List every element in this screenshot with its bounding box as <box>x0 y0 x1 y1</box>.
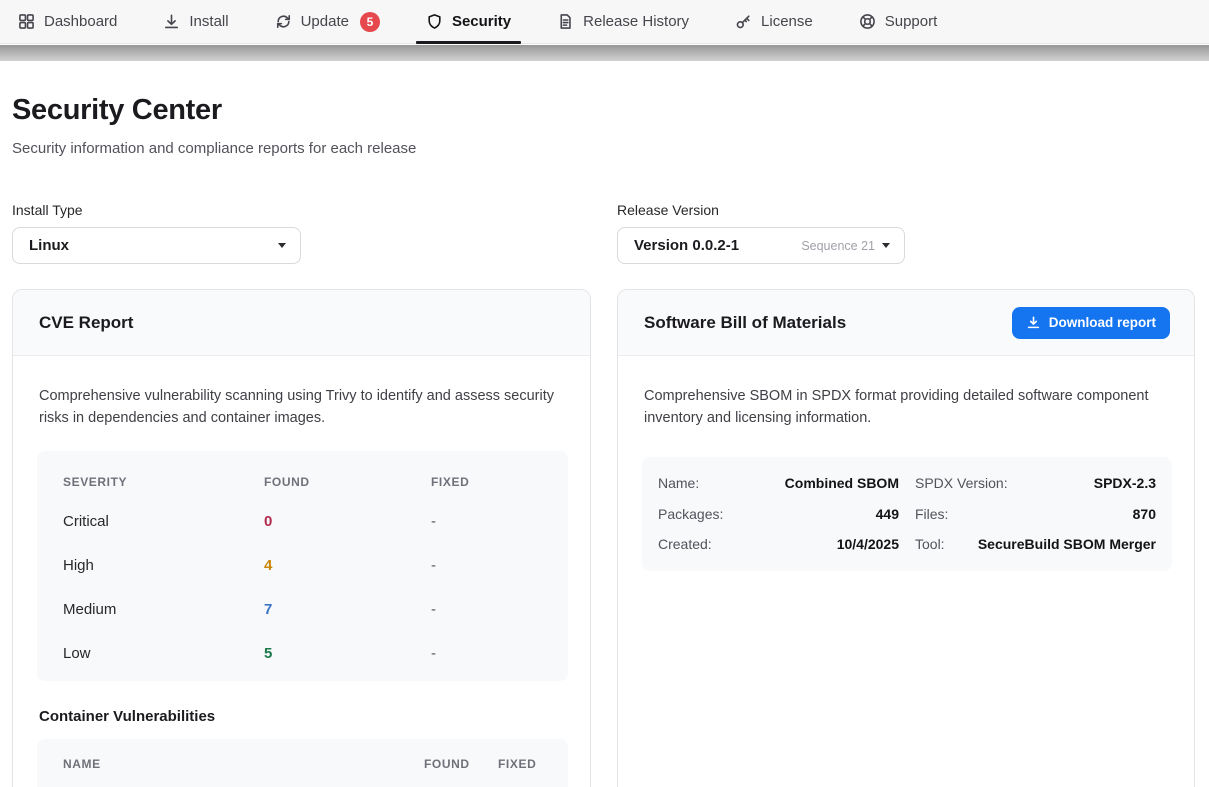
severity-name: Medium <box>63 587 264 631</box>
refresh-icon <box>275 13 292 30</box>
sbom-field-label: SPDX Version: <box>915 475 1008 491</box>
nav-tab-license[interactable]: License <box>735 0 813 44</box>
release-version-value: Version 0.0.2-1 <box>634 237 739 254</box>
install-type-select[interactable]: Linux <box>12 227 301 264</box>
download-report-button[interactable]: Download report <box>1012 307 1170 339</box>
severity-found-count: 0 <box>264 499 431 543</box>
update-count-badge: 5 <box>360 12 380 32</box>
table-row: Medium 7 - <box>63 587 542 631</box>
severity-fixed-count: - <box>431 543 542 587</box>
list-item: Tool: SecureBuild SBOM Merger <box>915 529 1156 560</box>
list-item: Created: 10/4/2025 <box>658 529 899 560</box>
severity-table-header: SEVERITY FOUND FIXED <box>63 465 542 499</box>
download-icon <box>1026 315 1041 330</box>
nav-label: Release History <box>583 13 689 30</box>
name-column-header: NAME <box>63 757 424 771</box>
nav-label: Support <box>885 13 938 30</box>
sbom-field-label: Name: <box>658 475 699 491</box>
release-version-select[interactable]: Version 0.0.2-1 Sequence 21 <box>617 227 905 264</box>
cve-report-card: CVE Report Comprehensive vulnerability s… <box>12 289 591 787</box>
nav-label: Security <box>452 13 511 30</box>
install-type-label: Install Type <box>12 202 83 218</box>
sbom-card: Software Bill of Materials Download repo… <box>617 289 1195 787</box>
severity-name: High <box>63 543 264 587</box>
found-column-header: FOUND <box>424 757 498 771</box>
nav-tab-support[interactable]: Support <box>859 0 938 44</box>
nav-label: Install <box>189 13 228 30</box>
sbom-description: Comprehensive SBOM in SPDX format provid… <box>644 386 1156 430</box>
container-vulnerabilities-title: Container Vulnerabilities <box>39 708 215 725</box>
fixed-column-header: FIXED <box>498 757 542 771</box>
sbom-field-label: Tool: <box>915 536 945 552</box>
nav-label: Update <box>301 13 349 30</box>
cve-report-header: CVE Report <box>13 290 590 356</box>
severity-column-header: SEVERITY <box>63 475 127 489</box>
release-version-label: Release Version <box>617 202 719 218</box>
download-icon <box>163 13 180 30</box>
lifebuoy-icon <box>859 13 876 30</box>
page-title: Security Center <box>12 94 222 127</box>
list-item: Name: Combined SBOM <box>658 468 899 499</box>
sbom-field-value: SPDX-2.3 <box>1094 475 1156 491</box>
sbom-header: Software Bill of Materials Download repo… <box>618 290 1194 356</box>
list-item: Packages: 449 <box>658 499 899 530</box>
sbom-field-value: Combined SBOM <box>785 475 899 491</box>
document-icon <box>557 13 574 30</box>
install-type-value: Linux <box>29 237 69 254</box>
page-subtitle: Security information and compliance repo… <box>12 140 416 157</box>
severity-name: Critical <box>63 499 264 543</box>
nav-label: Dashboard <box>44 13 117 30</box>
severity-found-count: 4 <box>264 543 431 587</box>
sbom-field-label: Files: <box>915 506 948 522</box>
cve-report-description: Comprehensive vulnerability scanning usi… <box>39 386 563 430</box>
severity-fixed-count: - <box>431 587 542 631</box>
container-vulnerabilities-table-header: NAME FOUND FIXED <box>37 739 568 787</box>
nav-tab-update[interactable]: Update 5 <box>275 0 380 44</box>
nav-tab-install[interactable]: Install <box>163 0 228 44</box>
severity-fixed-count: - <box>431 631 542 675</box>
sbom-field-label: Created: <box>658 536 712 552</box>
sbom-title: Software Bill of Materials <box>644 313 846 333</box>
nav-label: License <box>761 13 813 30</box>
sbom-info-left-column: Name: Combined SBOM Packages: 449 Create… <box>658 468 899 560</box>
fixed-column-header: FIXED <box>431 475 469 489</box>
security-center-page: Dashboard Install Update 5 <box>0 0 1209 787</box>
chevron-down-icon <box>278 243 286 248</box>
found-column-header: FOUND <box>264 475 310 489</box>
chevron-down-icon <box>882 243 890 248</box>
severity-found-count: 5 <box>264 631 431 675</box>
sbom-field-label: Packages: <box>658 506 723 522</box>
navbar-shadow <box>0 45 1209 61</box>
nav-tab-release-history[interactable]: Release History <box>557 0 689 44</box>
shield-icon <box>426 13 443 30</box>
table-row: Low 5 - <box>63 631 542 675</box>
sbom-field-value: 870 <box>1133 506 1156 522</box>
download-report-label: Download report <box>1049 315 1156 330</box>
severity-table: SEVERITY FOUND FIXED Critical 0 - High 4… <box>37 451 568 681</box>
sbom-field-value: SecureBuild SBOM Merger <box>978 536 1156 552</box>
dashboard-grid-icon <box>18 13 35 30</box>
key-icon <box>735 13 752 30</box>
cve-report-title: CVE Report <box>39 313 133 333</box>
sbom-info-panel: Name: Combined SBOM Packages: 449 Create… <box>642 457 1172 571</box>
sbom-field-value: 449 <box>876 506 899 522</box>
table-row: Critical 0 - <box>63 499 542 543</box>
nav-tab-dashboard[interactable]: Dashboard <box>18 0 117 44</box>
release-sequence-hint: Sequence 21 <box>801 239 875 253</box>
nav-tab-security[interactable]: Security <box>426 0 511 44</box>
list-item: Files: 870 <box>915 499 1156 530</box>
severity-name: Low <box>63 631 264 675</box>
severity-found-count: 7 <box>264 587 431 631</box>
sbom-field-value: 10/4/2025 <box>837 536 899 552</box>
sbom-info-right-column: SPDX Version: SPDX-2.3 Files: 870 Tool: … <box>915 468 1156 560</box>
top-navbar: Dashboard Install Update 5 <box>0 0 1209 44</box>
severity-fixed-count: - <box>431 499 542 543</box>
table-row: High 4 - <box>63 543 542 587</box>
list-item: SPDX Version: SPDX-2.3 <box>915 468 1156 499</box>
